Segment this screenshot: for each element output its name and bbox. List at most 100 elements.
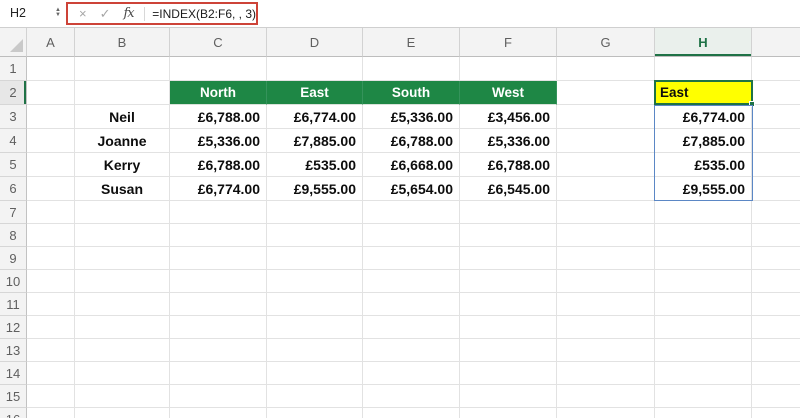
empty-cells[interactable] xyxy=(27,224,800,247)
cell-a5[interactable] xyxy=(27,153,75,177)
cell-h3-spill[interactable]: £6,774.00 xyxy=(655,105,752,129)
cell-d5[interactable]: £535.00 xyxy=(267,153,363,177)
cell-c2-north-header[interactable]: North xyxy=(170,81,267,105)
row-header-1[interactable]: 1 xyxy=(0,57,27,81)
cell-b6-name[interactable]: Susan xyxy=(75,177,170,201)
empty-cells[interactable] xyxy=(27,362,800,385)
cell-b2[interactable] xyxy=(75,81,170,105)
cell-g5[interactable] xyxy=(557,153,655,177)
name-box-stepper[interactable]: ▲ ▼ xyxy=(55,7,61,18)
empty-cells[interactable] xyxy=(27,57,800,81)
cell-c6[interactable]: £6,774.00 xyxy=(170,177,267,201)
empty-cells[interactable] xyxy=(27,201,800,224)
column-header-f[interactable]: F xyxy=(460,28,557,57)
column-header-b[interactable]: B xyxy=(75,28,170,57)
row-filler xyxy=(752,81,800,105)
cell-c4[interactable]: £5,336.00 xyxy=(170,129,267,153)
cell-a4[interactable] xyxy=(27,129,75,153)
row-13: 13 xyxy=(0,339,800,362)
insert-function-icon[interactable]: fx xyxy=(124,6,135,21)
cell-e5[interactable]: £6,668.00 xyxy=(363,153,460,177)
cancel-icon[interactable]: × xyxy=(79,7,87,20)
row-header-2-selected[interactable]: 2 xyxy=(0,81,27,105)
empty-cells[interactable] xyxy=(27,293,800,316)
cell-e4[interactable]: £6,788.00 xyxy=(363,129,460,153)
name-box[interactable]: H2 ▲ ▼ xyxy=(0,0,66,26)
cell-f4[interactable]: £5,336.00 xyxy=(460,129,557,153)
cell-a6[interactable] xyxy=(27,177,75,201)
cell-d6[interactable]: £9,555.00 xyxy=(267,177,363,201)
cell-b5-name[interactable]: Kerry xyxy=(75,153,170,177)
row-header-8[interactable]: 8 xyxy=(0,224,27,247)
row-filler xyxy=(752,105,800,129)
row-2: 2 North East South West East xyxy=(0,81,800,105)
column-header-g[interactable]: G xyxy=(557,28,655,57)
empty-cells[interactable] xyxy=(27,247,800,270)
row-header-14[interactable]: 14 xyxy=(0,362,27,385)
cell-h6-spill[interactable]: £9,555.00 xyxy=(655,177,752,201)
row-filler xyxy=(752,129,800,153)
row-header-13[interactable]: 13 xyxy=(0,339,27,362)
cell-e6[interactable]: £5,654.00 xyxy=(363,177,460,201)
row-header-3[interactable]: 3 xyxy=(0,105,27,129)
select-all-triangle-icon xyxy=(10,39,23,52)
cell-g2[interactable] xyxy=(557,81,655,105)
row-7: 7 xyxy=(0,201,800,224)
empty-cells[interactable] xyxy=(27,408,800,418)
column-header-h-selected[interactable]: H xyxy=(655,28,752,57)
formula-bar: H2 ▲ ▼ × ✓ fx =INDEX(B2:F6, , 3) xyxy=(0,0,800,28)
empty-cells[interactable] xyxy=(27,385,800,408)
stepper-down-icon[interactable]: ▼ xyxy=(55,12,61,18)
cell-e2-south-header[interactable]: South xyxy=(363,81,460,105)
empty-cells[interactable] xyxy=(27,270,800,293)
row-header-12[interactable]: 12 xyxy=(0,316,27,339)
cell-e3[interactable]: £5,336.00 xyxy=(363,105,460,129)
cell-a2[interactable] xyxy=(27,81,75,105)
cell-f2-west-header[interactable]: West xyxy=(460,81,557,105)
row-header-6[interactable]: 6 xyxy=(0,177,27,201)
row-12: 12 xyxy=(0,316,800,339)
empty-cells[interactable] xyxy=(27,316,800,339)
row-header-5[interactable]: 5 xyxy=(0,153,27,177)
cell-f6[interactable]: £6,545.00 xyxy=(460,177,557,201)
cell-g6[interactable] xyxy=(557,177,655,201)
cell-h4-spill[interactable]: £7,885.00 xyxy=(655,129,752,153)
cell-a3[interactable] xyxy=(27,105,75,129)
cell-d2-east-header[interactable]: East xyxy=(267,81,363,105)
enter-icon[interactable]: ✓ xyxy=(100,7,111,20)
row-header-11[interactable]: 11 xyxy=(0,293,27,316)
row-15: 15 xyxy=(0,385,800,408)
cell-f3[interactable]: £3,456.00 xyxy=(460,105,557,129)
column-header-a[interactable]: A xyxy=(27,28,75,57)
row-header-4[interactable]: 4 xyxy=(0,129,27,153)
spreadsheet-app: H2 ▲ ▼ × ✓ fx =INDEX(B2:F6, , 3) A B C D… xyxy=(0,0,800,418)
row-4: 4 Joanne £5,336.00 £7,885.00 £6,788.00 £… xyxy=(0,129,800,153)
empty-cells[interactable] xyxy=(27,339,800,362)
row-3: 3 Neil £6,788.00 £6,774.00 £5,336.00 £3,… xyxy=(0,105,800,129)
cell-g3[interactable] xyxy=(557,105,655,129)
row-header-15[interactable]: 15 xyxy=(0,385,27,408)
cell-c3[interactable]: £6,788.00 xyxy=(170,105,267,129)
name-box-value: H2 xyxy=(10,6,26,20)
cell-f5[interactable]: £6,788.00 xyxy=(460,153,557,177)
cell-d4[interactable]: £7,885.00 xyxy=(267,129,363,153)
row-11: 11 xyxy=(0,293,800,316)
row-6: 6 Susan £6,774.00 £9,555.00 £5,654.00 £6… xyxy=(0,177,800,201)
cell-h5-spill[interactable]: £535.00 xyxy=(655,153,752,177)
column-header-e[interactable]: E xyxy=(363,28,460,57)
cell-b3-name[interactable]: Neil xyxy=(75,105,170,129)
row-header-10[interactable]: 10 xyxy=(0,270,27,293)
column-header-d[interactable]: D xyxy=(267,28,363,57)
cell-b4-name[interactable]: Joanne xyxy=(75,129,170,153)
row-header-7[interactable]: 7 xyxy=(0,201,27,224)
row-header-9[interactable]: 9 xyxy=(0,247,27,270)
cell-d3[interactable]: £6,774.00 xyxy=(267,105,363,129)
row-header-16[interactable]: 16 xyxy=(0,408,27,418)
select-all-button[interactable] xyxy=(0,28,27,57)
cell-c5[interactable]: £6,788.00 xyxy=(170,153,267,177)
cell-g4[interactable] xyxy=(557,129,655,153)
cell-h2-active-result[interactable]: East xyxy=(655,81,752,105)
column-header-c[interactable]: C xyxy=(170,28,267,57)
formula-input[interactable]: =INDEX(B2:F6, , 3) xyxy=(152,7,256,21)
row-filler xyxy=(752,177,800,201)
